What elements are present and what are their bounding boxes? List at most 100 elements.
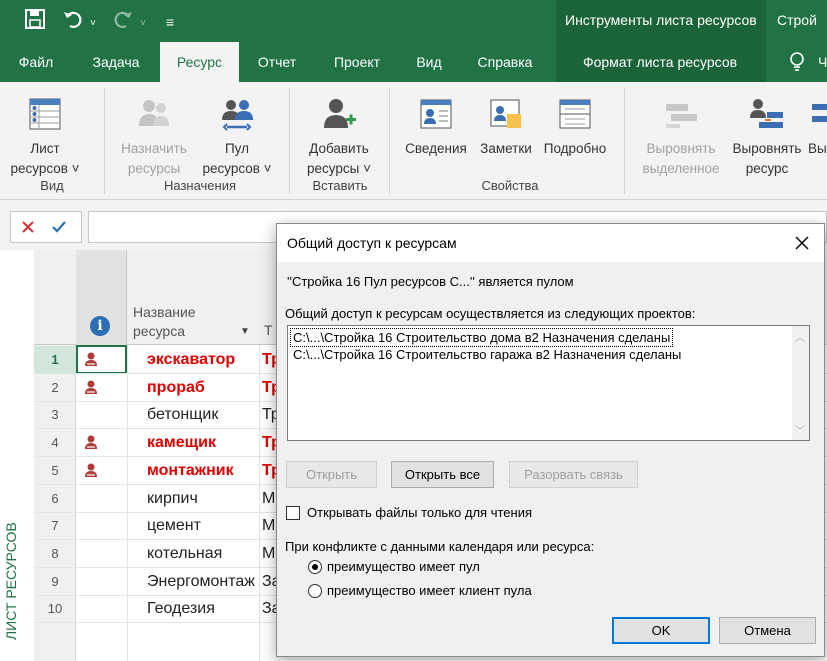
lightbulb-icon[interactable]	[782, 42, 812, 82]
pool-priority-radio[interactable]	[308, 560, 322, 574]
assign-resources-label-1: Назначить	[121, 141, 187, 156]
level-resource-button[interactable]: Выровнять ресурс	[726, 88, 808, 178]
assign-resources-label-2: ресурсы	[127, 161, 181, 176]
info-icon: i	[90, 316, 110, 336]
resource-type-cell[interactable]: М	[262, 540, 276, 568]
row-number[interactable]: 7	[34, 512, 76, 540]
details-icon	[559, 99, 591, 129]
details-button[interactable]: Подробно	[538, 88, 612, 178]
share-resources-dialog: Общий доступ к ресурсам ''Стройка 16 Пул…	[276, 223, 825, 657]
resource-name-cell[interactable]: камещик	[147, 429, 259, 457]
confirm-entry-icon[interactable]	[51, 220, 67, 234]
customize-toolbar-icon[interactable]: ≡	[166, 10, 174, 34]
resource-name-cell[interactable]: экскаватор	[147, 346, 259, 374]
group-label-insert: Вставить	[312, 178, 368, 193]
cancel-button[interactable]: Отмена	[719, 617, 816, 644]
tell-me-text: Ч	[818, 54, 827, 70]
resource-name-cell[interactable]: котельная	[147, 540, 259, 568]
row-number[interactable]: 8	[34, 540, 76, 568]
readonly-label: Открывать файлы только для чтения	[307, 505, 532, 520]
undo-dropdown-icon[interactable]: ˅	[90, 12, 96, 36]
tab-project[interactable]: Проект	[320, 42, 394, 82]
tab-format-resource-sheet[interactable]: Формат листа ресурсов	[560, 42, 760, 82]
open-all-button[interactable]: Открыть все	[391, 461, 494, 488]
resource-type-cell[interactable]: Тр	[262, 429, 276, 457]
pool-resource-icon	[85, 380, 97, 394]
resource-type-cell[interactable]: М	[262, 512, 276, 540]
sharing-projects-list[interactable]: C:\...\Стройка 16 Строительство дома в2 …	[287, 325, 810, 441]
row-number[interactable]: 2	[34, 374, 76, 402]
scroll-up-icon[interactable]: ︿	[795, 329, 805, 344]
resource-type-cell[interactable]: За	[262, 595, 276, 623]
resource-name-cell[interactable]: цемент	[147, 512, 259, 540]
scroll-down-icon[interactable]: ﹀	[795, 422, 805, 437]
assign-resources-button: Назначить ресурсы	[114, 88, 194, 178]
undo-icon[interactable]	[62, 8, 84, 36]
resource-name-cell[interactable]: монтажник	[147, 457, 259, 485]
redo-dropdown-icon: ˅	[140, 18, 146, 29]
save-icon[interactable]	[24, 8, 46, 36]
resource-name-cell[interactable]: Энергомонтаж	[147, 568, 259, 596]
resource-name-cell[interactable]: кирпич	[147, 485, 259, 513]
resource-type-cell[interactable]: Тр	[262, 374, 276, 402]
level-selection-icon	[666, 104, 697, 128]
resource-sheet-label-1: Лист	[30, 141, 60, 156]
resource-type-cell[interactable]: Тр	[262, 457, 276, 485]
ribbon-separator	[624, 88, 625, 194]
client-priority-radio[interactable]	[308, 584, 322, 598]
information-button[interactable]: Сведения	[400, 88, 472, 178]
unlink-button: Разорвать связь	[509, 461, 638, 488]
group-label-assignments: Назначения	[163, 178, 237, 193]
resource-pool-button[interactable]: Пул ресурсов ˅	[194, 88, 280, 178]
resource-type-cell[interactable]: Тр	[262, 401, 276, 429]
column-header-name[interactable]: Название ресурса	[133, 303, 196, 341]
tab-help[interactable]: Справка	[466, 42, 544, 82]
chevron-down-icon[interactable]: ▼	[240, 326, 250, 337]
resource-type-cell[interactable]: Тр	[262, 346, 276, 374]
row-number[interactable]: 6	[34, 485, 76, 513]
row-number[interactable]: 9	[34, 568, 76, 596]
ok-button[interactable]: OK	[612, 617, 710, 644]
resource-pool-label-2: ресурсов ˅	[202, 161, 272, 176]
resource-pool-label-1: Пул	[224, 141, 250, 156]
pool-resource-icon	[85, 435, 97, 449]
resource-type-cell[interactable]: За	[262, 568, 276, 596]
scrollbar[interactable]: ︿ ﹀	[792, 326, 809, 440]
pool-priority-label: преимущество имеет пул	[327, 559, 480, 574]
notes-button[interactable]: Заметки	[472, 88, 540, 178]
tab-report[interactable]: Отчет	[245, 42, 309, 82]
resource-name-cell[interactable]: прораб	[147, 374, 259, 402]
ribbon-separator	[104, 88, 105, 194]
readonly-checkbox[interactable]	[286, 506, 300, 520]
window-title: Строй	[777, 12, 817, 28]
resource-type-cell[interactable]: М	[262, 485, 276, 513]
view-label: ЛИСТ РЕСУРСОВ	[3, 522, 19, 640]
tab-task[interactable]: Задача	[80, 42, 152, 82]
resource-sheet-icon	[29, 98, 61, 130]
resource-name-cell[interactable]: Геодезия	[147, 595, 259, 623]
list-item[interactable]: C:\...\Стройка 16 Строительство гаража в…	[291, 346, 683, 363]
row-number[interactable]: 4	[34, 429, 76, 457]
list-item[interactable]: C:\...\Стройка 16 Строительство дома в2 …	[289, 328, 674, 347]
close-icon[interactable]	[791, 232, 813, 254]
client-priority-label: преимущество имеет клиент пула	[327, 583, 532, 598]
column-header-type[interactable]: Т	[264, 322, 273, 338]
add-resources-button[interactable]: Добавить ресурсы ˅	[298, 88, 380, 178]
details-label: Подробно	[543, 141, 607, 156]
resource-sheet-button[interactable]: Лист ресурсов ˅	[6, 88, 84, 178]
row-number[interactable]: 5	[34, 457, 76, 485]
tab-view[interactable]: Вид	[402, 42, 456, 82]
group-label-view: Вид	[40, 178, 64, 193]
row-number[interactable]: 3	[34, 401, 76, 429]
row-number[interactable]: 10	[34, 595, 76, 623]
tab-resource[interactable]: Ресурс	[160, 42, 239, 82]
conflict-label: При конфликте с данными календаря или ре…	[285, 539, 595, 554]
level-selection-label-2: выделенное	[642, 161, 720, 176]
resource-name-cell[interactable]: бетонщик	[147, 401, 259, 429]
row-number[interactable]: 1	[34, 346, 76, 374]
assign-resources-icon	[139, 100, 169, 126]
cancel-entry-icon[interactable]	[21, 220, 35, 234]
tab-file[interactable]: Файл	[6, 42, 66, 82]
level-all-button[interactable]: Вы	[808, 88, 827, 178]
level-selection-button: Выровнять выделенное	[636, 88, 726, 178]
